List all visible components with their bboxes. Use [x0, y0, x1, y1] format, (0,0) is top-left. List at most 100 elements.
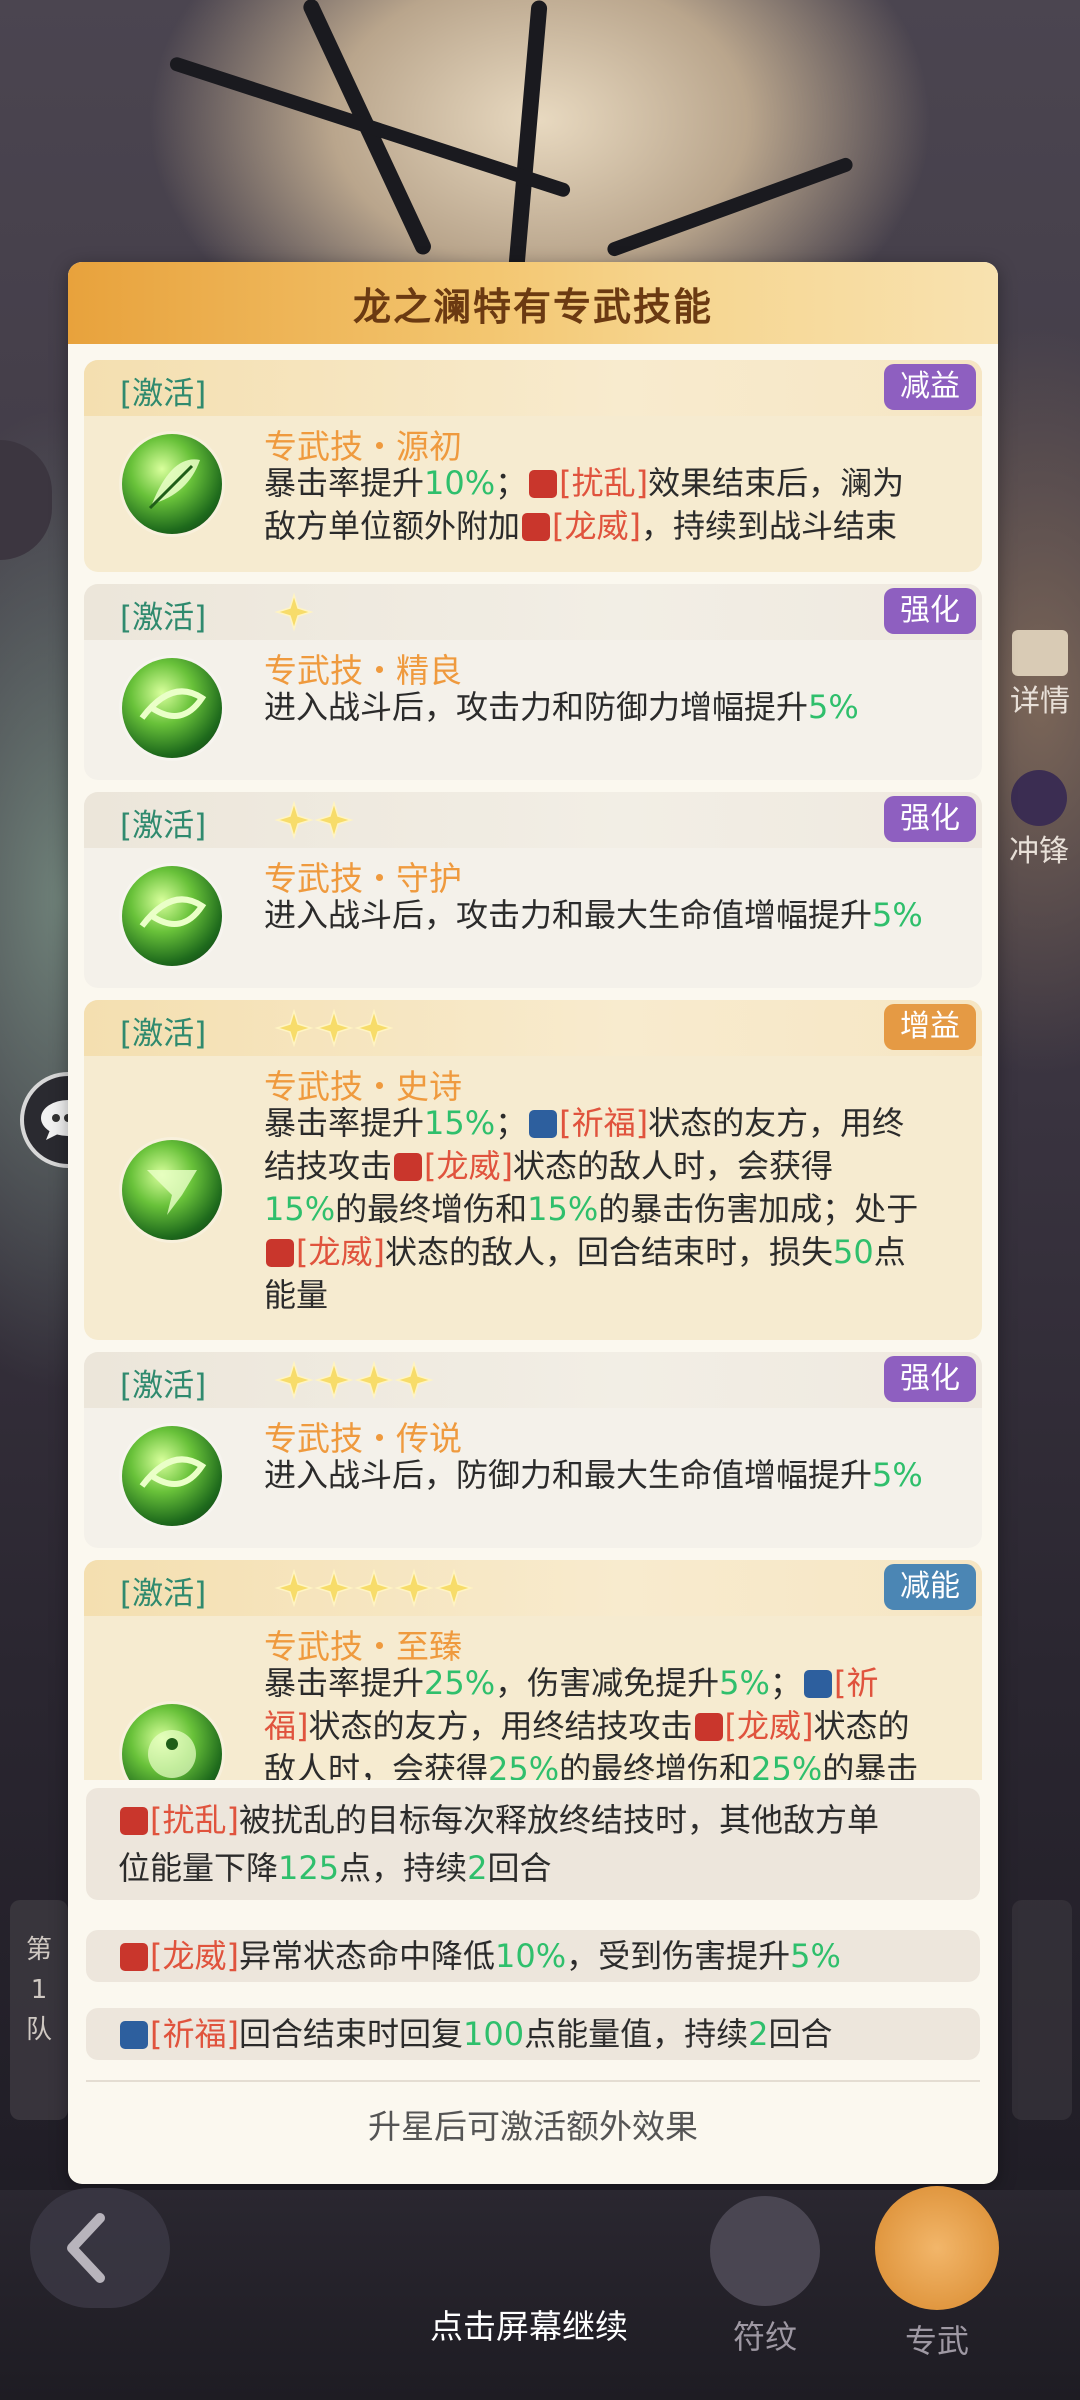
skill-icon — [122, 1704, 222, 1780]
swirl-icon — [139, 688, 207, 720]
background-beam — [605, 155, 855, 259]
status-label: 福] — [264, 1707, 309, 1745]
status-label: [龙威] — [150, 1937, 239, 1975]
skill-card: [激活] 减益 专武技・源初 暴击率提升10%； [扰乱]效果结束后，澜为 敌方单… — [84, 360, 982, 572]
skill-card-header: [激活] 强化 — [84, 792, 982, 848]
footnote-text: 位能量下降 — [118, 1849, 279, 1887]
star-icon — [314, 1360, 354, 1400]
blessing-status: [祈福] — [118, 2015, 239, 2053]
desc-text: 敌方单位额外附加 — [264, 507, 521, 545]
weapon-skill-panel: 龙之澜特有专武技能 [激活] 减益 专武技・源初 暴击率提升10%； [扰乱]效果… — [68, 262, 998, 2184]
desc-text: 状态的敌人，回合结束时，损失 — [384, 1233, 833, 1271]
nav-weapon-label: 专武 — [904, 2322, 969, 2360]
skill-icon — [122, 658, 222, 758]
activate-label: [激活] — [120, 1576, 207, 1612]
dragon-might-status[interactable]: [龙威] — [520, 507, 641, 545]
skill-card: [激活] 增益 专武技・史诗 暴击率提升15%； [祈福]状态的友方，用终 结技攻… — [84, 1000, 982, 1340]
blessing-status[interactable]: [祈 — [802, 1664, 878, 1702]
dragon-might-icon — [266, 1239, 294, 1267]
dragon-might-status[interactable]: [龙威] — [392, 1147, 513, 1185]
desc-text: ； — [495, 1104, 528, 1142]
skill-card: [激活] 强化 专武技・传说 进入战斗后，防御力和最大生命值增幅提升5% — [84, 1352, 982, 1548]
desc-text: 效果结束后，澜为 — [648, 464, 905, 502]
disrupt-status: [扰乱] — [118, 1801, 239, 1839]
footnote-text: 被扰乱的目标每次释放终结技时，其他敌方单 — [238, 1801, 879, 1839]
footnote-text: 点能量值，持续 — [524, 2015, 749, 2053]
status-label: [龙威] — [552, 507, 641, 545]
blessing-icon — [803, 1670, 832, 1698]
value-text: 25% — [751, 1750, 823, 1780]
blessing-icon — [529, 1110, 558, 1138]
skill-card-header: [激活] 增益 — [84, 1000, 982, 1056]
blessing-status[interactable]: [祈福] — [527, 1104, 648, 1142]
team-number: 1 — [30, 1975, 48, 2005]
disrupt-footnote: [扰乱]被扰乱的目标每次释放终结技时，其他敌方单 位能量下降125点，持续2回合 — [86, 1788, 980, 1900]
activate-label: [激活] — [120, 376, 207, 412]
star-icon — [274, 1568, 314, 1608]
status-label: [龙威] — [724, 1707, 814, 1745]
star-icon — [314, 1008, 354, 1048]
disrupt-icon — [120, 1807, 148, 1835]
disrupt-status[interactable]: [扰乱] — [527, 464, 648, 502]
charge-button[interactable]: 冲锋 — [998, 770, 1080, 880]
value-text: 25% — [424, 1664, 496, 1702]
tap-to-continue[interactable]: 点击屏幕继续 — [430, 2300, 628, 2348]
status-label: [扰乱] — [559, 464, 649, 502]
details-button[interactable]: 详情 — [1000, 630, 1080, 740]
team-label-suffix: 队 — [25, 2015, 52, 2045]
charge-label: 冲锋 — [1009, 834, 1069, 869]
value-text: 10% — [495, 1937, 567, 1975]
team-indicator[interactable]: 第 1 队 — [10, 1900, 68, 2120]
desc-text: ，持续到战斗结束 — [641, 507, 898, 545]
skill-tag: 强化 — [884, 588, 976, 634]
skill-list[interactable]: [激活] 减益 专武技・源初 暴击率提升10%； [扰乱]效果结束后，澜为 敌方单… — [68, 344, 998, 1780]
skill-name: 专武技・守护 — [264, 859, 462, 898]
skill-description: 进入战斗后，攻击力和最大生命值增幅提升5% — [264, 894, 964, 937]
desc-text: 敌人时，会获得 — [264, 1750, 489, 1780]
star-icon — [354, 1008, 394, 1048]
skill-card: [激活] 强化 专武技・守护 进入战斗后，攻击力和最大生命值增幅提升5% — [84, 792, 982, 988]
rune-icon — [710, 2196, 820, 2306]
swirl-icon — [139, 896, 207, 928]
star-icon — [274, 1360, 314, 1400]
desc-text: 点 — [873, 1233, 906, 1271]
dragon-might-icon — [694, 1713, 723, 1741]
activate-label: [激活] — [120, 1368, 207, 1404]
dragon-might-icon — [394, 1153, 423, 1181]
value-text: 15% — [527, 1190, 599, 1228]
back-button[interactable] — [30, 2188, 170, 2308]
skill-icon — [122, 1426, 222, 1526]
value-text: 2 — [467, 1849, 488, 1887]
desc-text: ； — [769, 1664, 802, 1702]
footnote-text: ，受到伤害提升 — [566, 1937, 791, 1975]
skill-name: 专武技・精良 — [264, 651, 462, 690]
desc-text: ，伤害减免提升 — [495, 1664, 720, 1702]
star-icon — [354, 1360, 394, 1400]
back-arrow-icon — [67, 2213, 105, 2283]
desc-text: 的暴击伤害加成；处于 — [598, 1190, 919, 1228]
panel-title: 龙之澜特有专武技能 — [352, 283, 713, 329]
skill-card-header: [激活] 减能 — [84, 1560, 982, 1616]
divider — [86, 2080, 980, 2082]
star-icon — [274, 592, 314, 632]
value-text: 15% — [264, 1190, 336, 1228]
nav-weapon[interactable]: 专武 — [872, 2186, 1002, 2362]
dragon-might-status[interactable]: [龙威] — [693, 1707, 814, 1745]
disrupt-icon — [529, 470, 558, 498]
skill-description: 进入战斗后，攻击力和防御力增幅提升5% — [264, 686, 964, 729]
right-arrow-panel[interactable] — [1012, 1900, 1072, 2120]
skill-tag: 强化 — [884, 1356, 976, 1402]
left-edge-button[interactable] — [0, 440, 52, 560]
star-rating — [274, 1568, 474, 1608]
dragon-might-status[interactable]: [龙威] — [264, 1233, 385, 1271]
star-icon — [394, 1360, 434, 1400]
value-text: 50 — [833, 1233, 874, 1271]
footnote-text: 点，持续 — [339, 1849, 468, 1887]
blessing-footnote: [祈福]回合结束时回复100点能量值，持续2回合 — [86, 2008, 980, 2060]
desc-text: 状态的友方，用终结技攻击 — [308, 1707, 693, 1745]
status-label: [扰乱] — [150, 1801, 239, 1839]
desc-text: 结技攻击 — [264, 1147, 393, 1185]
nav-rune[interactable]: 符纹 — [710, 2196, 820, 2358]
dragon-might-footnote: [龙威]异常状态命中降低10%，受到伤害提升5% — [86, 1930, 980, 1982]
background-beam — [508, 0, 548, 271]
